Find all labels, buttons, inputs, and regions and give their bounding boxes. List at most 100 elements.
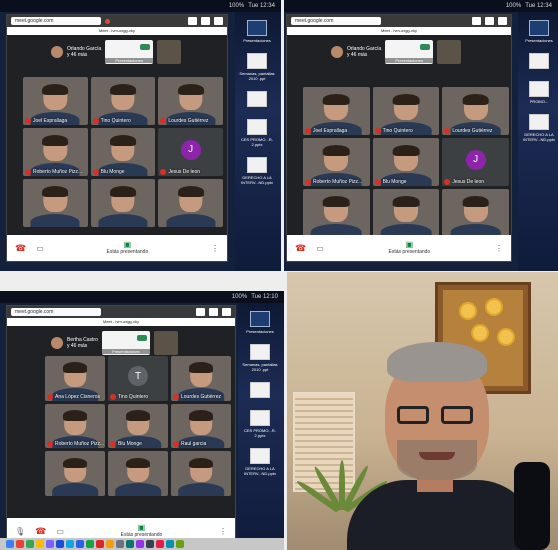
dock-app-icon[interactable] xyxy=(66,540,74,548)
desktop-file[interactable] xyxy=(240,382,280,400)
dock-app-icon[interactable] xyxy=(26,540,34,548)
desktop-file[interactable]: Semanas, pantallas 2010 .ppt xyxy=(240,344,280,372)
participant-tile[interactable] xyxy=(158,179,223,227)
self-view-tile[interactable] xyxy=(157,40,182,64)
participant-tile[interactable] xyxy=(372,189,440,237)
dock-app-icon[interactable] xyxy=(76,540,84,548)
desktop-file[interactable]: DERECHO A LA INTERV...ND.pptx xyxy=(519,114,558,142)
hang-up-icon[interactable]: ☎ xyxy=(295,243,306,254)
hang-up-icon[interactable]: ☎ xyxy=(35,526,46,537)
toolbar-button[interactable] xyxy=(485,17,494,25)
microphone-icon[interactable]: 🎙 xyxy=(15,527,25,536)
dock-app-icon[interactable] xyxy=(136,540,144,548)
presenting-indicator[interactable]: ▣ Estás presentando xyxy=(389,240,431,256)
presentation-thumbnail[interactable]: Presentaciones xyxy=(385,40,434,64)
presentation-thumbnail[interactable]: Presentaciones xyxy=(101,331,150,355)
toolbar-button[interactable] xyxy=(222,308,231,316)
participant-tile[interactable]: J Jesus De leon xyxy=(158,128,223,176)
desktop-file[interactable]: CES PROMO...R-2.pptx xyxy=(237,119,277,147)
self-view-tile[interactable] xyxy=(153,331,178,355)
toolbar-button[interactable] xyxy=(214,17,223,25)
dock-app-icon[interactable] xyxy=(176,540,184,548)
desktop-file[interactable]: PROMO... xyxy=(519,81,558,104)
toolbar-button[interactable] xyxy=(201,17,210,25)
hang-up-icon[interactable]: ☎ xyxy=(15,243,26,254)
participant-tile[interactable]: Blu Monge xyxy=(108,403,168,449)
presentation-thumbnail[interactable]: Presentaciones xyxy=(105,40,154,64)
desktop-file[interactable]: CES PROMO...R-2.pptx xyxy=(240,410,280,438)
participant-tile[interactable]: Tino Quintero xyxy=(90,77,156,125)
address-input[interactable]: meet.google.com xyxy=(11,17,101,25)
participant-tile[interactable] xyxy=(108,451,168,496)
desktop-file[interactable]: DERECHO A LA INTERV...ND.pptx xyxy=(240,448,280,476)
desktop-file[interactable] xyxy=(237,91,277,109)
dock-app-icon[interactable] xyxy=(166,540,174,548)
camera-icon[interactable]: ▭ xyxy=(56,527,64,536)
dock-app-icon[interactable] xyxy=(126,540,134,548)
participant-tile[interactable]: Tino Quintero xyxy=(372,87,440,135)
document-icon xyxy=(250,344,270,360)
presenting-indicator[interactable]: ▣ Estás presentando xyxy=(121,524,163,539)
toolbar-button[interactable] xyxy=(209,308,218,316)
participant-name: Roberto Muñoz Pizz... xyxy=(47,441,104,448)
dock-app-icon[interactable] xyxy=(116,540,124,548)
camera-icon[interactable]: ▭ xyxy=(316,244,324,253)
dock-app-icon[interactable] xyxy=(46,540,54,548)
participant-tile[interactable]: Roberto Muñoz Pizz... xyxy=(303,138,370,186)
self-view-tile[interactable] xyxy=(437,40,462,64)
participant-tile[interactable] xyxy=(171,451,231,496)
toolbar-button[interactable] xyxy=(188,17,197,25)
video-hair xyxy=(63,457,87,469)
participant-tile[interactable]: Lourdes Gutiérrez xyxy=(442,87,509,135)
dock-app-icon[interactable] xyxy=(56,540,64,548)
present-screen-icon: ▣ xyxy=(405,240,414,249)
desktop-file[interactable]: Presentaciones xyxy=(237,20,277,43)
participant-tile[interactable] xyxy=(23,179,88,227)
participant-tile[interactable]: Joel Esprallaga xyxy=(23,77,88,125)
participant-tile[interactable]: Raul garcia xyxy=(171,403,231,449)
participant-tile[interactable]: T Tino Quintero xyxy=(108,356,168,401)
participant-tile[interactable] xyxy=(45,451,105,496)
dock-app-icon[interactable] xyxy=(86,540,94,548)
desktop-file[interactable]: DERECHO A LA INTERV...ND.pptx xyxy=(237,157,277,185)
toolbar-button[interactable] xyxy=(498,17,507,25)
participant-tile[interactable] xyxy=(90,179,156,227)
mic-off-icon xyxy=(173,393,179,400)
dock-app-icon[interactable] xyxy=(106,540,114,548)
dock-app-icon[interactable] xyxy=(96,540,104,548)
participant-tile[interactable]: Lourdes Gutiérrez xyxy=(171,356,231,401)
toolbar-button[interactable] xyxy=(196,308,205,316)
video-hair xyxy=(126,457,150,469)
address-input[interactable]: meet.google.com xyxy=(291,17,381,25)
participant-grid: Joel Esprallaga Tino Quintero Lourdes Guti… xyxy=(23,77,223,227)
dock-app-icon[interactable] xyxy=(16,540,24,548)
participant-tile[interactable]: Blu Monge xyxy=(90,128,156,176)
desktop-file[interactable]: Presentaciones xyxy=(519,20,558,43)
participant-tile[interactable]: Roberto Muñoz Pizz... xyxy=(23,128,88,176)
participant-tile[interactable]: J Jesus De leon xyxy=(442,138,509,186)
participant-tile[interactable]: Roberto Muñoz Pizz... xyxy=(45,403,105,449)
desktop-file[interactable] xyxy=(519,53,558,71)
dock-app-icon[interactable] xyxy=(6,540,14,548)
camera-icon[interactable]: ▭ xyxy=(36,244,44,253)
more-options-icon[interactable]: ⋮ xyxy=(219,527,227,536)
desktop-file[interactable]: Presentaciones xyxy=(240,311,280,334)
desktop-file[interactable]: Semanas, pantallas 2010 .ppt xyxy=(237,53,277,81)
participant-tile[interactable]: Ana López Cisneros xyxy=(45,356,105,401)
dock-app-icon[interactable] xyxy=(36,540,44,548)
participant-tile[interactable] xyxy=(442,189,509,237)
mic-off-icon xyxy=(444,128,451,134)
participant-name: Jesus De leon xyxy=(444,179,484,185)
participant-tile[interactable] xyxy=(303,189,370,237)
more-options-icon[interactable]: ⋮ xyxy=(495,244,503,253)
participant-tile[interactable]: Blu Monge xyxy=(372,138,440,186)
more-options-icon[interactable]: ⋮ xyxy=(211,244,219,253)
address-input[interactable]: meet.google.com xyxy=(11,308,101,316)
participant-tile[interactable]: Lourdes Gutiérrez xyxy=(158,77,223,125)
dock-app-icon[interactable] xyxy=(146,540,154,548)
participant-tile[interactable]: Joel Esprallaga xyxy=(303,87,370,135)
dock-app-icon[interactable] xyxy=(156,540,164,548)
presenting-indicator[interactable]: ▣ Estás presentando xyxy=(107,241,149,256)
document-icon xyxy=(250,410,270,426)
toolbar-button[interactable] xyxy=(472,17,481,25)
